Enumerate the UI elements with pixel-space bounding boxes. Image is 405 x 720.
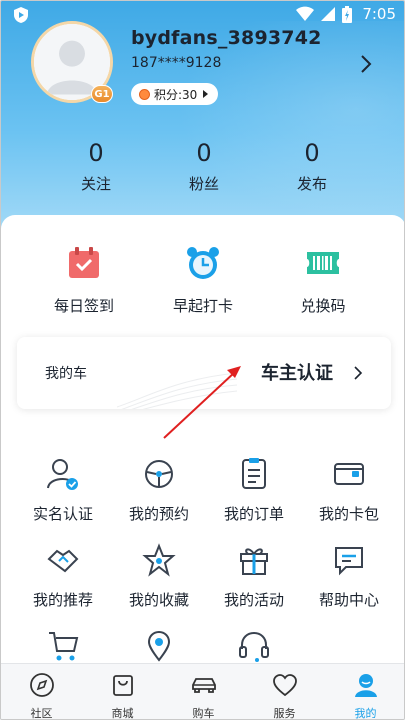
stat-value: 0 (196, 139, 212, 167)
quick-label: 兑换码 (300, 297, 346, 315)
chevron-right-icon[interactable] (359, 53, 373, 75)
tab-label: 服务 (273, 707, 296, 720)
bottom-tab-bar: 社区 商城 购车 服务 我的 (1, 663, 404, 720)
stat-value: 0 (88, 139, 104, 167)
username: bydfans_3893742 (131, 27, 322, 49)
steering-wheel-icon (145, 460, 173, 488)
card-wallet-icon (334, 463, 364, 485)
car-icon (191, 678, 216, 693)
stat-following[interactable]: 0 关注 (51, 139, 141, 194)
stat-fans[interactable]: 0 粉丝 (159, 139, 249, 194)
chevron-right-icon (354, 366, 363, 380)
shopping-cart-icon (49, 632, 79, 661)
service-my-referrals[interactable]: 我的推荐 (15, 543, 111, 610)
service-label: 我的订单 (223, 505, 284, 523)
phone-number: 187****9128 (131, 55, 222, 71)
handshake-icon (47, 549, 79, 573)
stat-label: 粉丝 (188, 175, 219, 193)
play-triangle-icon (203, 90, 209, 98)
service-label: 我的预约 (128, 505, 189, 523)
tab-label: 购车 (192, 707, 215, 720)
order-list-icon (242, 458, 266, 489)
points-badge[interactable]: 积分:30 (131, 83, 219, 105)
level-badge: G1 (91, 85, 113, 103)
wifi-icon (296, 6, 315, 21)
service-real-name-auth[interactable]: 实名认证 (15, 457, 111, 524)
headset-icon (239, 631, 269, 662)
service-label: 实名认证 (32, 505, 93, 523)
tab-mine[interactable]: 我的 (325, 664, 404, 720)
daily-checkin-button[interactable]: 每日签到 (34, 245, 134, 316)
gift-icon (240, 548, 268, 575)
car-card-decoration (117, 372, 237, 409)
chat-bubble-icon (335, 547, 363, 576)
star-icon (142, 543, 176, 577)
points-label: 积分:30 (154, 87, 198, 102)
tab-service[interactable]: 服务 (244, 664, 325, 720)
my-car-label: 我的车 (45, 366, 87, 382)
compass-icon (29, 673, 54, 697)
service-my-cards[interactable]: 我的卡包 (301, 457, 397, 524)
tab-label: 社区 (30, 707, 53, 720)
user-verified-icon (47, 459, 78, 490)
service-my-appointment[interactable]: 我的预约 (111, 457, 207, 524)
heart-icon (272, 674, 297, 697)
early-rise-button[interactable]: 早起打卡 (153, 245, 253, 316)
stat-label: 关注 (80, 175, 111, 193)
redeem-code-button[interactable]: 兑换码 (273, 245, 373, 316)
service-help-center[interactable]: 帮助中心 (301, 543, 397, 610)
tab-mall[interactable]: 商城 (82, 664, 163, 720)
app-shield-icon (14, 7, 28, 23)
calendar-check-icon (69, 247, 99, 278)
app-screen: 7:05 G1 bydfans_3893742 187****9128 积分:3… (0, 0, 405, 720)
my-car-card[interactable]: 我的车 车主认证 (17, 337, 391, 409)
tab-label: 商城 (111, 707, 134, 720)
ticket-barcode-icon (307, 252, 339, 274)
quick-label: 早起打卡 (172, 297, 233, 315)
stat-value: 0 (304, 139, 320, 167)
owner-verify-link[interactable]: 车主认证 (261, 359, 333, 385)
service-label: 我的活动 (223, 591, 284, 609)
coin-icon (139, 88, 150, 100)
stat-posts[interactable]: 0 发布 (267, 139, 357, 194)
service-label: 我的推荐 (32, 591, 93, 609)
service-label: 我的卡包 (318, 505, 379, 523)
battery-icon (342, 5, 353, 23)
stat-label: 发布 (296, 175, 327, 193)
tab-buy-car[interactable]: 购车 (163, 664, 244, 720)
quick-label: 每日签到 (53, 297, 114, 315)
tab-label: 我的 (354, 707, 377, 720)
service-my-activities[interactable]: 我的活动 (206, 543, 302, 610)
service-label: 帮助中心 (318, 591, 379, 609)
service-my-favorites[interactable]: 我的收藏 (111, 543, 207, 610)
service-my-orders[interactable]: 我的订单 (206, 457, 302, 524)
shopping-bag-icon (112, 675, 133, 696)
clock-time: 7:05 (362, 5, 396, 23)
alarm-clock-icon (187, 247, 219, 279)
service-label: 我的收藏 (128, 591, 189, 609)
location-pin-icon (147, 630, 171, 662)
signal-icon (321, 7, 336, 21)
user-icon (354, 674, 377, 697)
tab-community[interactable]: 社区 (1, 664, 82, 720)
